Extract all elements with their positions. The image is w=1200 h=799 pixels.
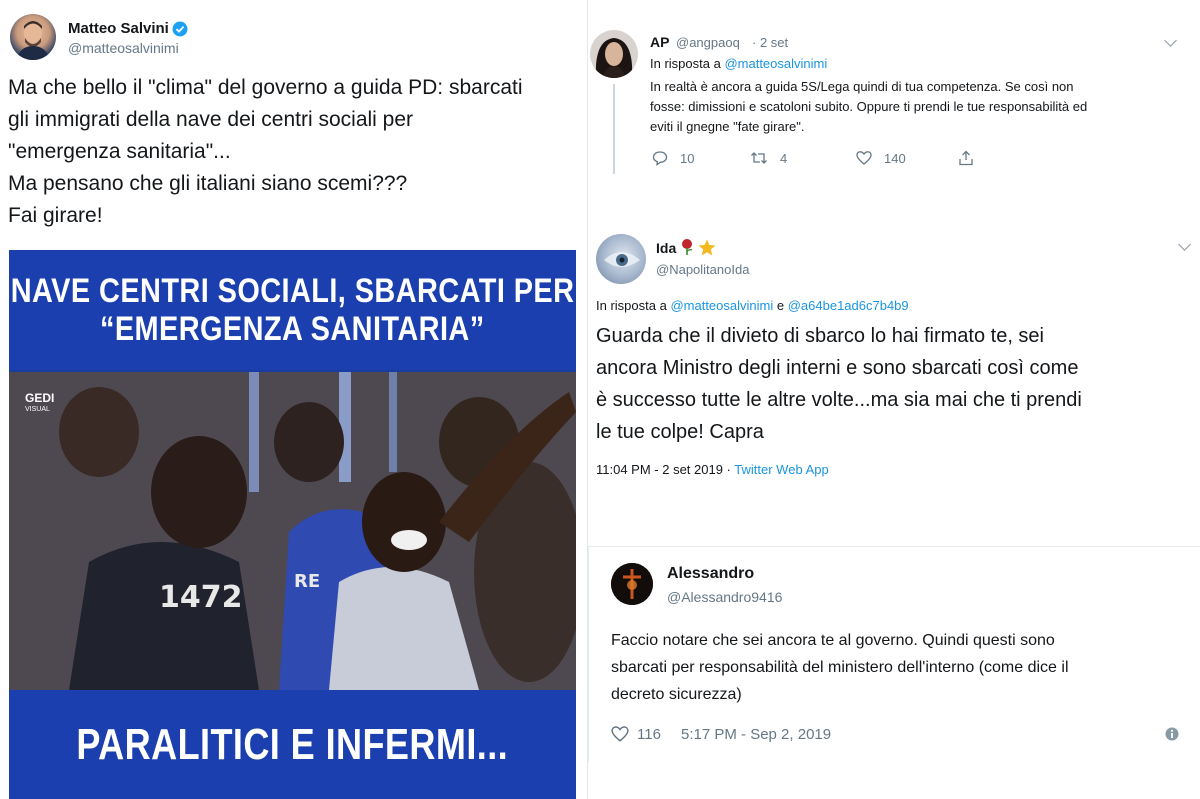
tweet-text: In realtà è ancora a guida 5S/Lega quind…	[650, 77, 1190, 137]
author-handle[interactable]: @Alessandro9416	[667, 589, 782, 605]
reply-context: In risposta a @matteosalvinimi	[650, 54, 827, 74]
tweet-text-line: è successo tutte le altre volte...ma sia…	[596, 389, 1082, 411]
like-icon	[611, 726, 629, 742]
timestamp-text: 5:17 PM - Sep 2, 2019	[681, 726, 832, 743]
author-name[interactable]: Ida	[656, 240, 676, 256]
retweet-button[interactable]: 4	[750, 150, 787, 166]
like-button[interactable]: 140	[856, 150, 906, 166]
media-headline-bottom: PARALITICI E INFERMI...	[9, 690, 576, 799]
rose-emoji-icon	[682, 239, 693, 255]
reply-context: In risposta a @matteosalvinimi e @a64be1…	[596, 296, 909, 316]
tweet-meta: 11:04 PM - 2 set 2019 · Twitter Web App	[596, 460, 829, 480]
chevron-down-icon[interactable]	[1164, 34, 1177, 47]
author-name[interactable]: Alessandro	[667, 565, 754, 583]
media-headline-bottom-text: PARALITICI E INFERMI...	[76, 719, 509, 769]
like-icon	[856, 151, 872, 165]
like-button[interactable]: 116	[611, 725, 661, 743]
tweet-timestamp[interactable]: 11:04 PM - 2 set 2019 ·	[596, 462, 731, 477]
reply-icon	[652, 151, 668, 166]
reply-to-link[interactable]: @matteosalvinimi	[670, 298, 773, 313]
author-name[interactable]: AP	[650, 34, 669, 50]
reply-count: 10	[680, 150, 695, 166]
tweet-text-line: Ma che bello il "clima" del governo a gu…	[8, 76, 523, 99]
chevron-down-icon[interactable]	[1178, 238, 1191, 251]
retweet-count: 4	[780, 150, 788, 166]
reply-tweet-ap: AP @angpaoq · 2 set In risposta a @matte…	[588, 22, 1200, 182]
media-headline-line: “EMERGENZA SANITARIA”	[100, 310, 485, 348]
like-count: 116	[637, 725, 661, 743]
tweet-text-line: "emergenza sanitaria"...	[8, 140, 231, 163]
author-name[interactable]: Matteo Salvini	[68, 20, 169, 37]
share-button[interactable]	[958, 150, 974, 166]
avatar[interactable]	[590, 30, 638, 78]
reply-to-link[interactable]: @a64be1ad6c7b4b9	[788, 298, 909, 313]
tweet-text-line: fosse: dimissioni e scatoloni subito. Op…	[650, 99, 1088, 114]
reply-button[interactable]: 10	[652, 150, 694, 166]
tweet-text-line: eviti il gnegne "fate girare".	[650, 119, 805, 134]
media-headline-line: NAVE CENTRI SOCIALI, SBARCATI PER	[10, 272, 575, 310]
info-icon[interactable]	[1165, 727, 1179, 741]
reply-and: e	[776, 298, 785, 313]
retweet-icon	[751, 152, 767, 164]
tweet-timestamp[interactable]: 5:17 PM - Sep 2, 2019	[681, 726, 831, 743]
author-handle[interactable]: @angpaoq	[676, 35, 740, 50]
avatar[interactable]	[611, 563, 653, 605]
reply-to-link[interactable]: @matteosalvinimi	[724, 56, 827, 71]
thread-line	[613, 84, 615, 174]
avatar[interactable]	[596, 234, 646, 284]
main-tweet: Matteo Salvini @matteosalvinimi Ma che b…	[0, 0, 588, 799]
star-emoji-icon	[698, 239, 716, 256]
tweet-text-line: Ma pensano che gli italiani siano scemi?…	[8, 172, 408, 195]
shirt-number: 1472	[159, 580, 243, 615]
media-headline-top: NAVE CENTRI SOCIALI, SBARCATI PER “EMERG…	[9, 250, 576, 370]
reply-tweet-alessandro: Alessandro @Alessandro9416 Faccio notare…	[588, 546, 1200, 762]
tweet-media-video[interactable]: NAVE CENTRI SOCIALI, SBARCATI PER “EMERG…	[9, 250, 576, 799]
author-handle[interactable]: @NapolitanoIda	[656, 262, 749, 277]
media-scene: 1472 RE GEDI VISUAL	[9, 372, 576, 690]
avatar[interactable]	[10, 14, 56, 60]
reply-prefix: In risposta a	[596, 298, 667, 313]
tweet-text-line: In realtà è ancora a guida 5S/Lega quind…	[650, 79, 1074, 94]
share-icon	[959, 150, 973, 166]
tweet-text-line: decreto sicurezza)	[611, 686, 742, 703]
tweet-text-line: le tue colpe! Capra	[596, 421, 764, 443]
tweet-text-line: sbarcati per responsabilità del minister…	[611, 659, 1069, 676]
tweet-text-line: Faccio notare che sei ancora te al gover…	[611, 632, 1055, 649]
like-count: 140	[884, 150, 906, 166]
author-handle[interactable]: @matteosalvinimi	[68, 40, 179, 56]
tweet-text: Guarda che il divieto di sbarco lo hai f…	[596, 320, 1196, 448]
media-watermark: GEDI VISUAL	[25, 392, 54, 416]
crowd-scene-image: 1472 RE	[9, 372, 576, 690]
tweet-text-line: Guarda che il divieto di sbarco lo hai f…	[596, 325, 1044, 347]
verified-badge-icon	[172, 21, 188, 37]
tweet-text: Faccio notare che sei ancora te al gover…	[611, 627, 1191, 708]
tweet-text: Ma che bello il "clima" del governo a gu…	[8, 72, 578, 232]
tweet-text-line: ancora Ministro degli interni e sono sba…	[596, 357, 1079, 379]
watermark-subtext: VISUAL	[25, 406, 50, 413]
watermark-text: GEDI	[25, 391, 55, 405]
tweet-date[interactable]: · 2 set	[752, 35, 788, 50]
reply-prefix: In risposta a	[650, 56, 721, 71]
tweet-source-link[interactable]: Twitter Web App	[734, 462, 828, 477]
tweet-text-line: gli immigrati della nave dei centri soci…	[8, 108, 414, 131]
reply-tweet-ida: Ida @NapolitanoIda In risposta a @matteo…	[588, 222, 1200, 502]
svg-text:RE: RE	[294, 571, 320, 592]
tweet-text-line: Fai girare!	[8, 204, 103, 227]
